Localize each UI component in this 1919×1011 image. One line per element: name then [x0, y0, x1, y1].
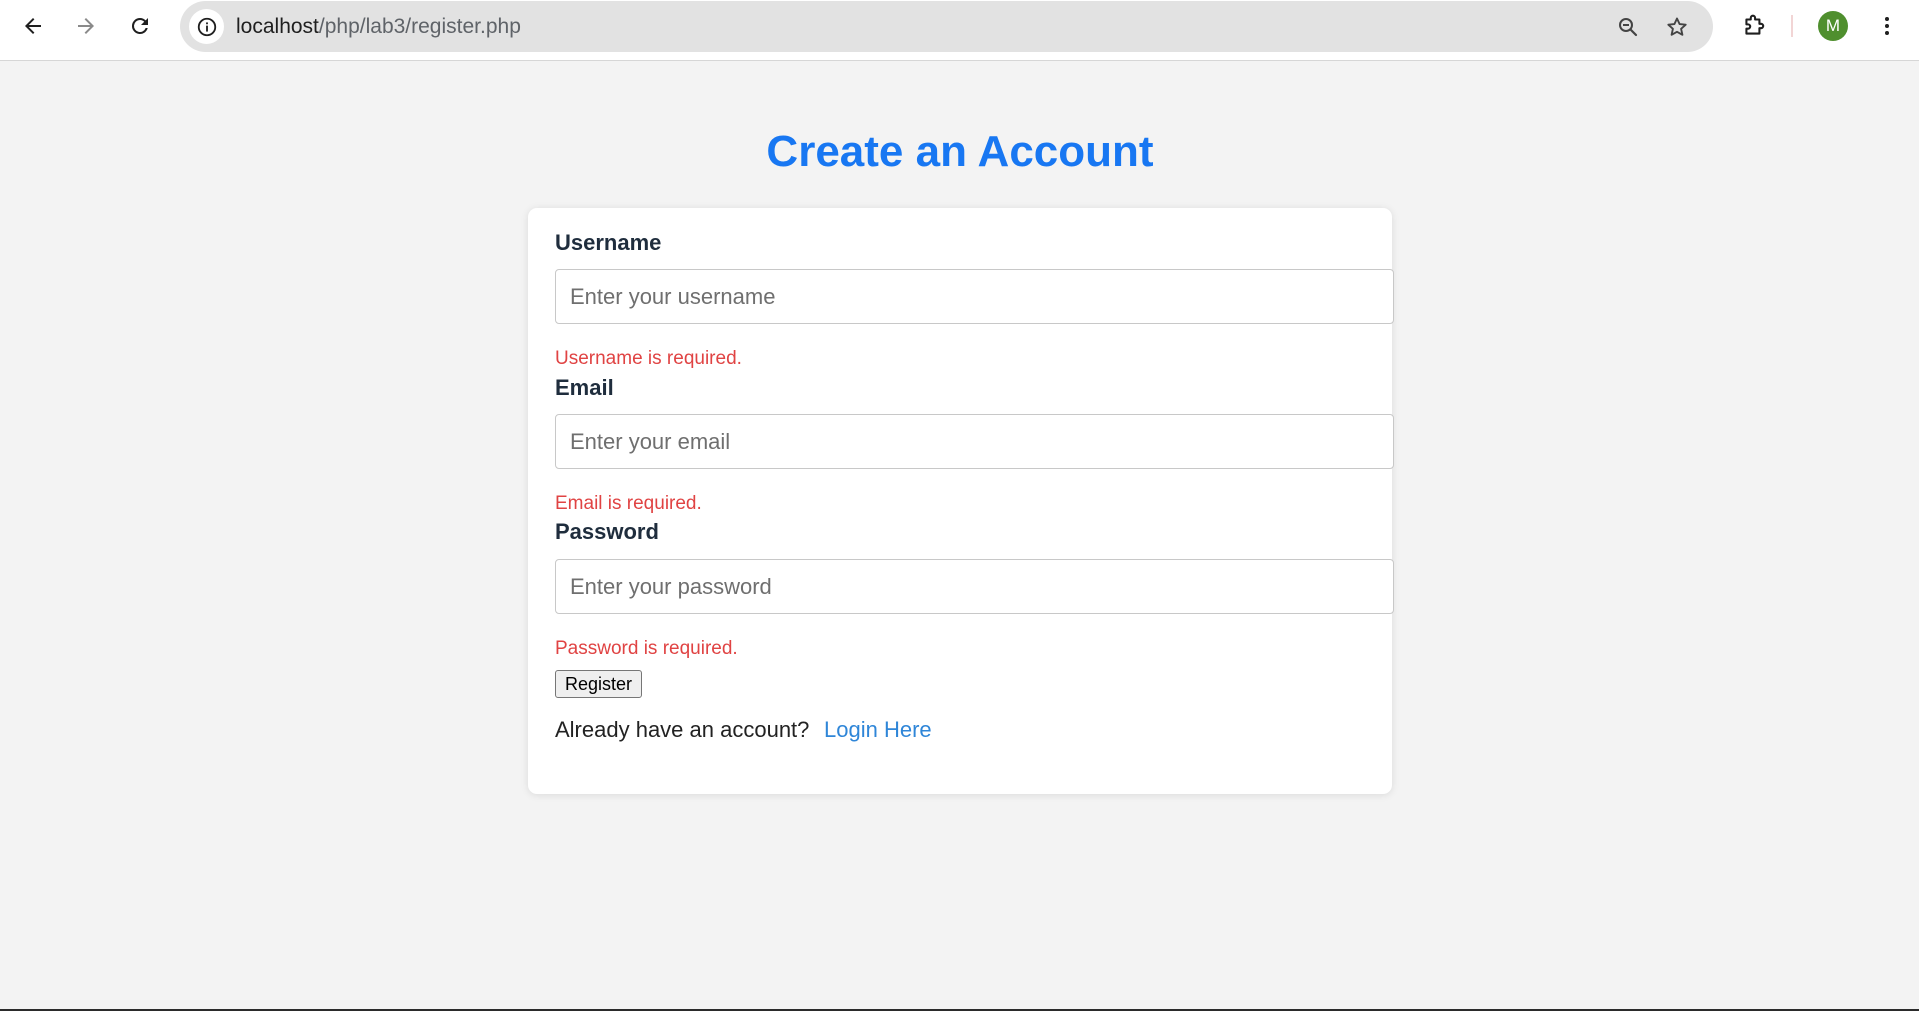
bookmark-button[interactable] [1661, 11, 1693, 43]
puzzle-icon [1745, 14, 1765, 35]
page-title: Create an Account [766, 127, 1154, 176]
password-error: Password is required. [555, 638, 738, 659]
url-path: /php/lab3/register.php [318, 15, 521, 38]
extensions-button[interactable] [1738, 10, 1770, 42]
register-form: Username Username is required. Email Ema… [528, 208, 1394, 794]
reload-button[interactable] [124, 10, 156, 42]
email-error: Email is required. [555, 493, 702, 514]
url-host: localhost [236, 15, 319, 38]
forward-arrow-icon [78, 18, 94, 34]
login-link[interactable]: Login Here [824, 717, 932, 743]
page-content: Create an Account Username Username is r… [0, 61, 1919, 1009]
password-input[interactable] [555, 559, 1394, 614]
profile-avatar[interactable]: M [1818, 11, 1848, 41]
back-button[interactable] [17, 10, 49, 42]
zoom-out-icon [1619, 18, 1638, 37]
back-arrow-icon [25, 18, 41, 34]
toolbar-divider [1791, 15, 1793, 37]
url-text: localhost/php/lab3/register.php [236, 1, 521, 52]
username-input[interactable] [555, 269, 1394, 324]
email-input[interactable] [555, 414, 1394, 469]
kebab-menu-icon [1885, 17, 1889, 35]
register-button[interactable]: Register [555, 670, 643, 698]
email-label: Email [555, 375, 614, 400]
address-bar[interactable]: localhost/php/lab3/register.php [180, 1, 1713, 52]
login-prompt: Already have an account? [555, 717, 810, 742]
username-label: Username [555, 230, 662, 255]
star-icon [1667, 17, 1687, 36]
username-error: Username is required. [555, 348, 742, 369]
reload-icon [131, 17, 148, 34]
browser-menu-button[interactable] [1871, 10, 1903, 42]
site-info-button[interactable] [189, 9, 224, 44]
password-label: Password [555, 519, 659, 544]
zoom-button[interactable] [1612, 11, 1644, 43]
info-icon [197, 17, 216, 36]
forward-button[interactable] [70, 10, 102, 42]
browser-toolbar: localhost/php/lab3/register.php M [0, 0, 1919, 61]
